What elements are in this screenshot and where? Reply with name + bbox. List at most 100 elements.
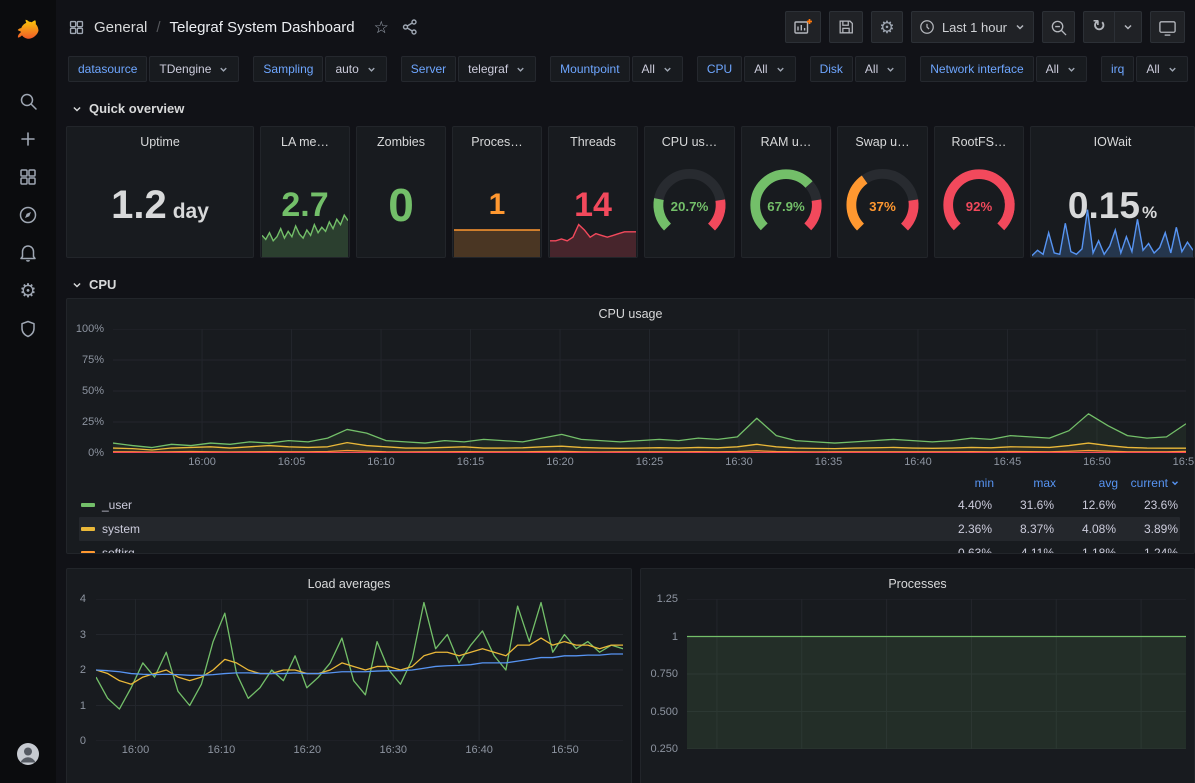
panel-title[interactable]: Zombies	[357, 127, 445, 153]
variable-label: Sampling	[253, 56, 323, 82]
server-admin-shield-icon[interactable]	[8, 310, 48, 348]
cpu-usage-plot[interactable]	[113, 329, 1186, 453]
caret-down-icon	[218, 64, 229, 75]
panel-title[interactable]: RAM u…	[742, 127, 830, 153]
svg-text:67.9%: 67.9%	[767, 199, 805, 214]
panel-cpu-usage: CPU usage 100%75%50%25%0% 16:0016:0516:1…	[66, 298, 1195, 554]
breadcrumb-folder[interactable]: General	[94, 19, 147, 36]
variable-label: Disk	[810, 56, 853, 82]
la-value: 2.7	[281, 188, 328, 222]
threads-value: 14	[574, 188, 612, 222]
panel-title[interactable]: Proces…	[453, 127, 541, 153]
avatar	[16, 742, 40, 766]
variable-cpu: CPU All	[697, 56, 796, 82]
panel-la-medium: LA me… 2.7	[260, 126, 350, 258]
panel-title[interactable]: Uptime	[67, 127, 253, 153]
time-picker-button[interactable]: Last 1 hour	[911, 11, 1034, 43]
legend-sort-avg[interactable]: avg	[1056, 476, 1118, 490]
load-averages-plot[interactable]	[96, 599, 623, 741]
share-icon[interactable]	[401, 18, 419, 36]
cycle-view-mode-button[interactable]	[1150, 11, 1185, 43]
cpu-dropdown[interactable]: All	[744, 56, 795, 82]
series-name[interactable]: _user	[102, 498, 930, 512]
variable-sampling: Sampling auto	[253, 56, 386, 82]
rootfs-usage-gauge: 92%	[935, 153, 1023, 257]
search-icon[interactable]	[8, 82, 48, 120]
y-axis: 100%75%50%25%0%	[73, 329, 111, 453]
caret-down-icon	[1014, 21, 1026, 33]
processes-plot[interactable]	[687, 599, 1186, 749]
alerting-bell-icon[interactable]	[8, 234, 48, 272]
mountpoint-dropdown[interactable]: All	[632, 56, 683, 82]
cpu-legend: min max avg current _user 4.40% 31.6% 12…	[79, 473, 1180, 554]
create-add-icon[interactable]	[8, 120, 48, 158]
dashboard-settings-button[interactable]: ⚙	[871, 11, 903, 43]
panel-title[interactable]: RootFS…	[935, 127, 1023, 153]
row-cpu[interactable]: CPU	[56, 266, 1195, 296]
save-dashboard-button[interactable]	[829, 11, 863, 43]
series-current: 3.89%	[1116, 522, 1178, 536]
dashboard-title: Telegraf System Dashboard	[170, 19, 355, 36]
panel-title[interactable]: CPU usage	[67, 299, 1194, 325]
dashboards-icon[interactable]	[8, 158, 48, 196]
panel-title[interactable]: CPU us…	[645, 127, 734, 153]
caret-down-icon	[515, 64, 526, 75]
iowait-value-group: 0.15 %	[1068, 187, 1157, 224]
load-averages-chart: 43210	[73, 599, 623, 741]
uptime-unit: day	[173, 200, 209, 224]
chevron-down-icon	[70, 102, 84, 116]
uptime-value: 1.2	[111, 185, 167, 225]
datasource-dropdown[interactable]: TDengine	[149, 56, 239, 82]
configuration-gear-icon[interactable]: ⚙	[8, 272, 48, 310]
panel-title[interactable]: Swap u…	[838, 127, 927, 153]
add-panel-button[interactable]	[785, 11, 821, 43]
svg-text:37%: 37%	[869, 199, 896, 214]
series-current: 1.24%	[1116, 546, 1178, 554]
panel-swap-usage-gauge: Swap u… 37%	[837, 126, 928, 258]
network-interface-dropdown[interactable]: All	[1036, 56, 1087, 82]
series-name[interactable]: system	[102, 522, 930, 536]
refresh-icon: ↻	[1092, 19, 1105, 35]
refresh-button[interactable]: ↻	[1083, 11, 1115, 43]
zombies-value: 0	[388, 182, 414, 228]
legend-sort-max[interactable]: max	[994, 476, 1056, 490]
panel-add-icon	[793, 17, 813, 37]
row-quick-overview[interactable]: Quick overview	[56, 90, 1195, 120]
dashboard-toolbar: General / Telegraf System Dashboard ☆ ⚙	[56, 0, 1195, 54]
panel-title[interactable]: Threads	[549, 127, 637, 153]
panel-title[interactable]: Load averages	[67, 569, 631, 595]
panel-title[interactable]: IOWait	[1031, 127, 1194, 153]
series-name[interactable]: softirq	[102, 546, 930, 554]
caret-down-icon	[775, 64, 786, 75]
zoom-out-button[interactable]	[1042, 11, 1075, 43]
panel-threads: Threads 14	[548, 126, 638, 258]
caret-down-icon	[662, 64, 673, 75]
legend-sort-current[interactable]: current	[1118, 476, 1180, 490]
processes-value: 1	[489, 190, 506, 220]
panel-title[interactable]: LA me…	[261, 127, 349, 153]
caret-down-icon	[1122, 21, 1134, 33]
bottom-panels-row: Load averages 43210 16:0016:1016:2016:30…	[56, 568, 1195, 783]
panel-title[interactable]: Processes	[641, 569, 1194, 595]
nav-sidebar: ⚙	[0, 0, 56, 783]
grafana-logo-icon[interactable]	[8, 12, 48, 50]
server-dropdown[interactable]: telegraf	[458, 56, 536, 82]
y-axis: 1.2510.7500.5000.250	[647, 599, 685, 749]
iowait-value: 0.15	[1068, 187, 1140, 224]
panel-cpu-usage-gauge: CPU us… 20.7%	[644, 126, 735, 258]
disk-dropdown[interactable]: All	[855, 56, 906, 82]
refresh-interval-caret[interactable]	[1114, 11, 1142, 43]
variable-label: CPU	[697, 56, 742, 82]
star-favorite-icon[interactable]: ☆	[374, 19, 389, 36]
legend-row-system: system 2.36% 8.37% 4.08% 3.89%	[79, 517, 1180, 541]
irq-dropdown[interactable]: All	[1136, 56, 1187, 82]
time-range-label: Last 1 hour	[942, 20, 1007, 35]
legend-sort-min[interactable]: min	[932, 476, 994, 490]
clock-icon	[919, 19, 935, 35]
series-max: 8.37%	[992, 522, 1054, 536]
user-avatar[interactable]	[8, 735, 48, 773]
uptime-value-group: 1.2 day	[111, 185, 209, 225]
explore-compass-icon[interactable]	[8, 196, 48, 234]
variable-network-interface: Network interface All	[920, 56, 1087, 82]
sampling-dropdown[interactable]: auto	[325, 56, 386, 82]
